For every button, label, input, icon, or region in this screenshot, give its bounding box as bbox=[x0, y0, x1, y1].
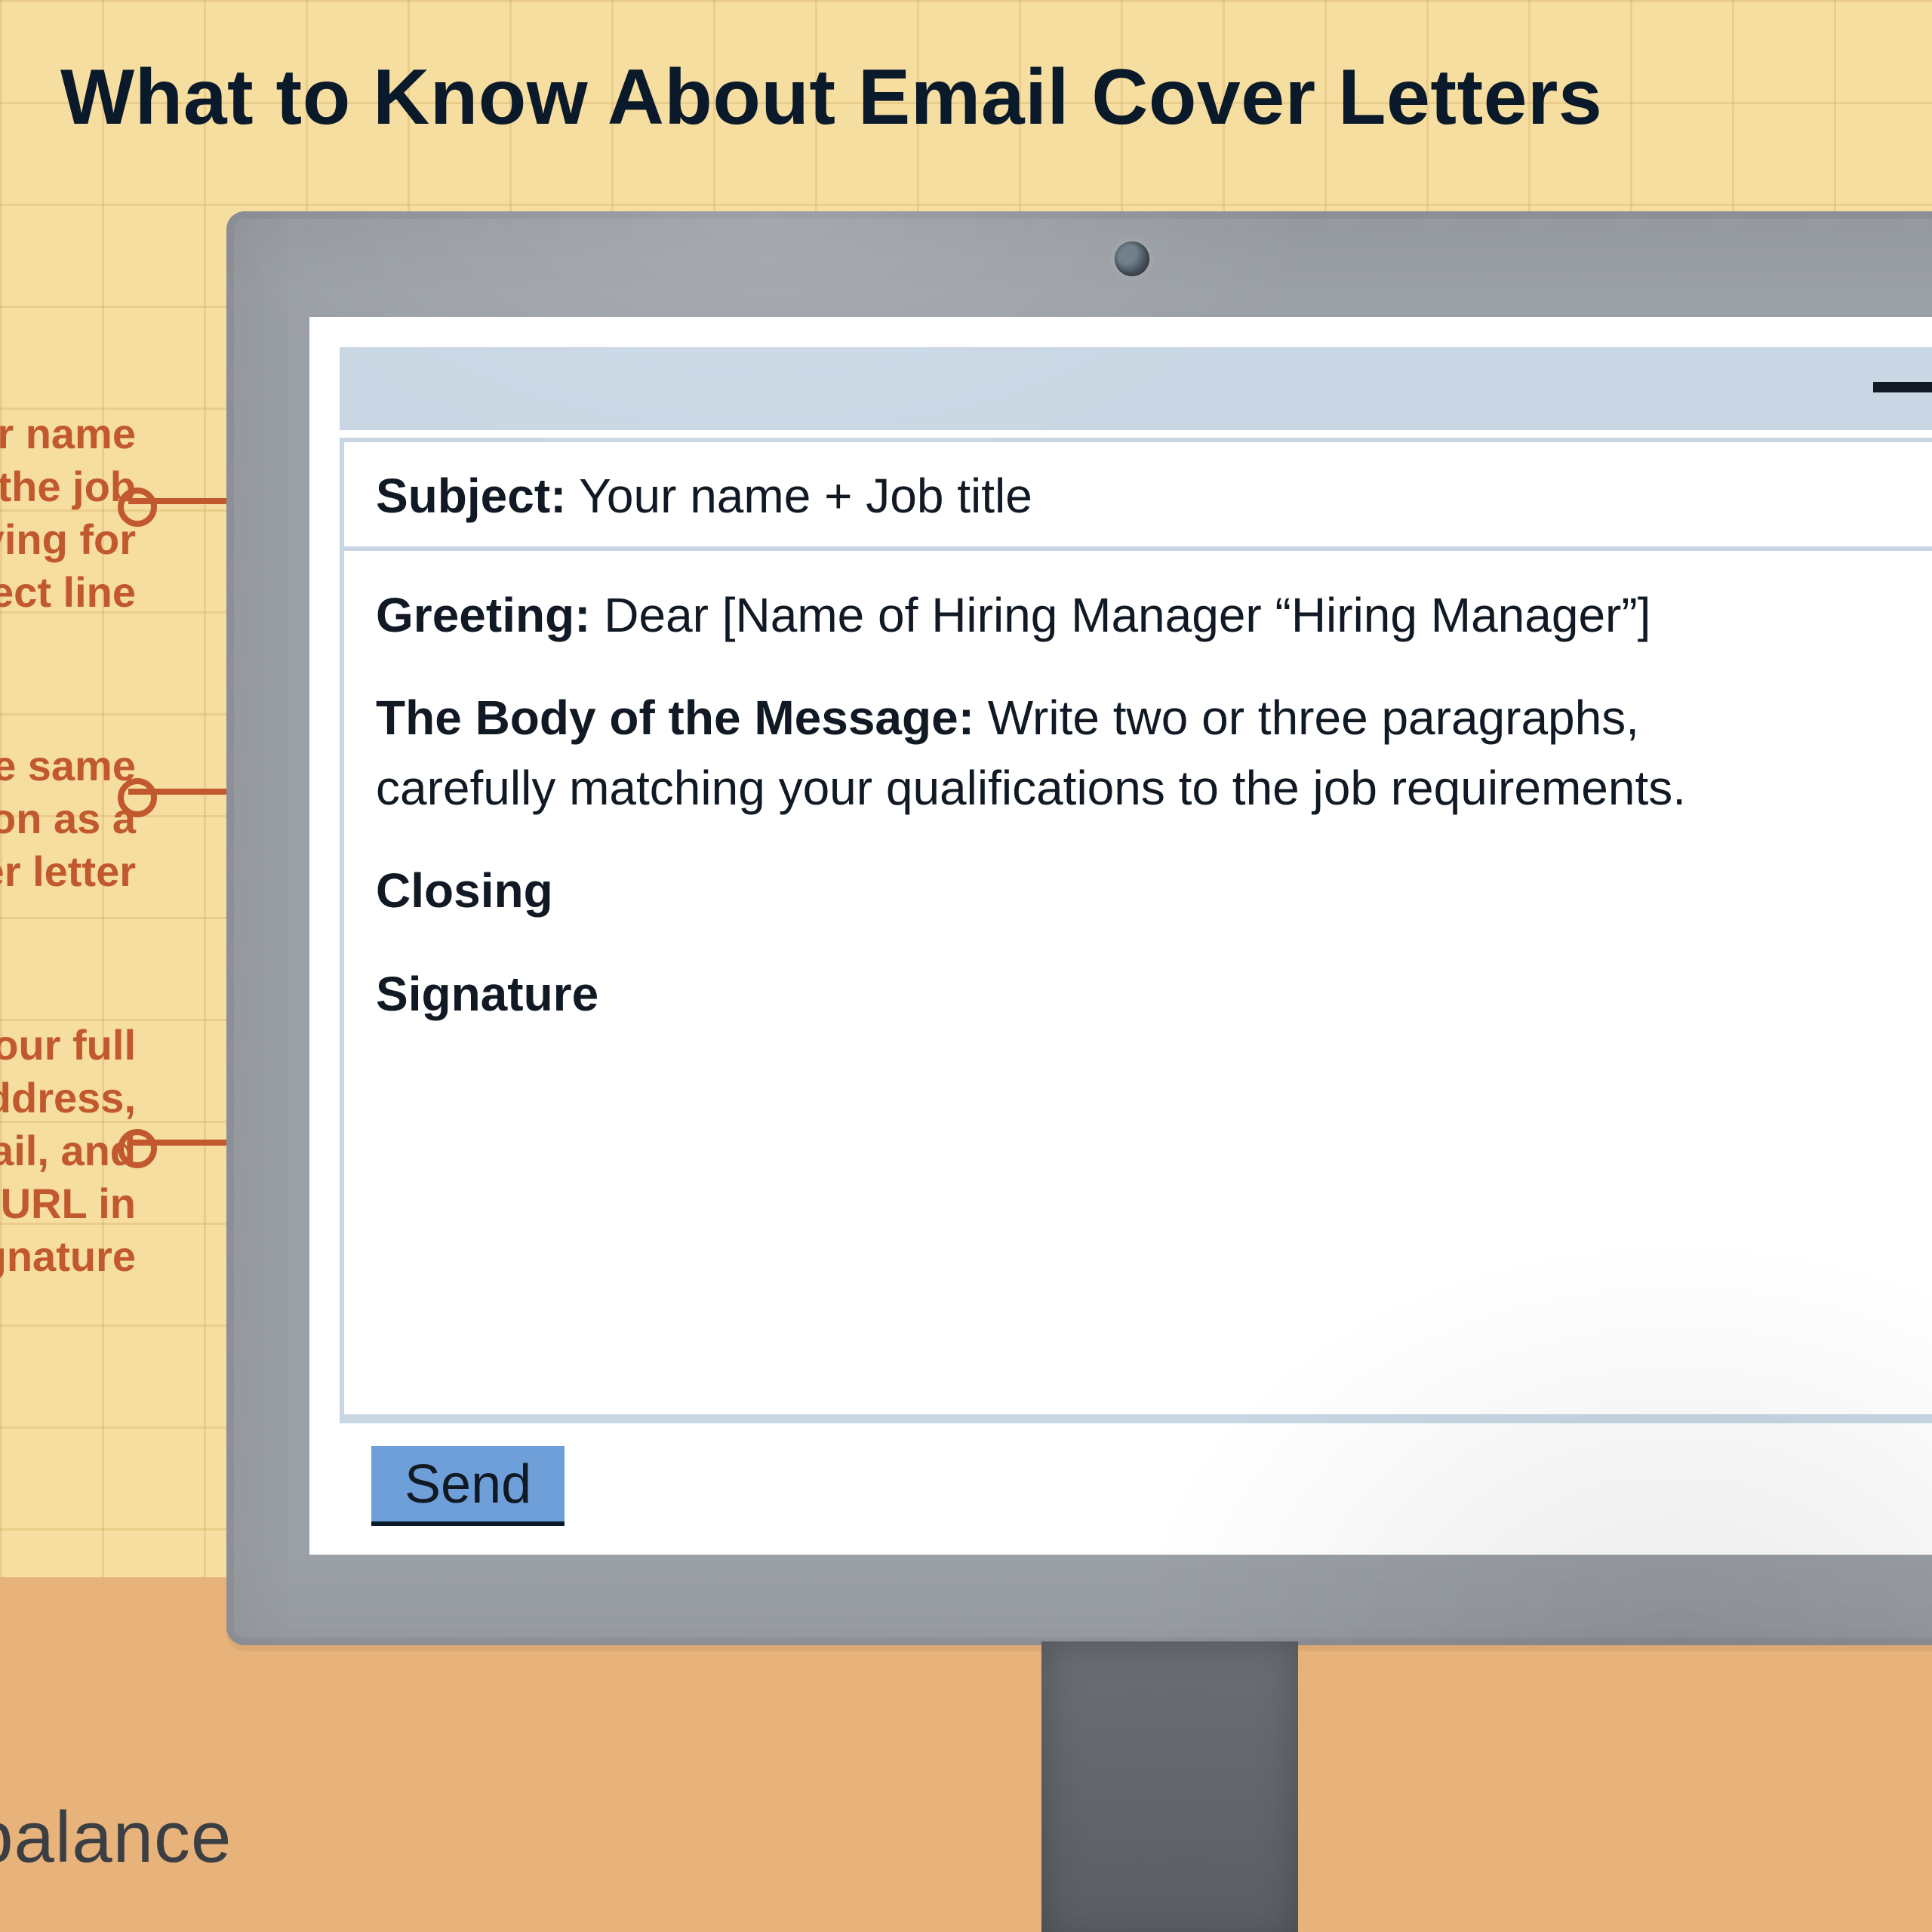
monitor-stand bbox=[1041, 1641, 1298, 1932]
greeting-value: Dear [Name of Hiring Manager “Hiring Man… bbox=[604, 588, 1651, 642]
brand-wordmark: the balance bbox=[0, 1796, 232, 1879]
greeting-line: Greeting: Dear [Name of Hiring Manager “… bbox=[376, 583, 1932, 648]
camera-icon bbox=[1115, 242, 1149, 276]
body-label: The Body of the Message: bbox=[376, 691, 974, 745]
send-button[interactable]: Send bbox=[371, 1446, 565, 1526]
greeting-label: Greeting: bbox=[376, 588, 590, 642]
tips-list: Include your name and title of the job y… bbox=[0, 408, 136, 1404]
tip-item: Include your name and title of the job y… bbox=[0, 408, 136, 619]
body-line-2: carefully matching your qualifications t… bbox=[376, 755, 1932, 820]
signature-label: Signature bbox=[376, 967, 598, 1021]
monitor-frame: A Subject: Your name + Job title Greetin… bbox=[226, 211, 1932, 1645]
body-value-2: carefully matching your qualifications t… bbox=[376, 761, 1686, 815]
minimize-icon[interactable] bbox=[1873, 382, 1932, 392]
subject-label: Subject: bbox=[376, 469, 566, 523]
tip-item: Include your full name, address, phone, … bbox=[0, 1019, 136, 1283]
body-line: The Body of the Message: Write two or th… bbox=[376, 685, 1932, 750]
email-subject-row[interactable]: Subject: Your name + Job title bbox=[340, 438, 1932, 551]
closing-label: Closing bbox=[376, 863, 553, 918]
screen: A Subject: Your name + Job title Greetin… bbox=[309, 317, 1932, 1555]
email-send-bar: Send bbox=[340, 1419, 1932, 1532]
body-value-1: Write two or three paragraphs, bbox=[988, 691, 1639, 745]
email-body-area[interactable]: Greeting: Dear [Name of Hiring Manager “… bbox=[340, 546, 1932, 1419]
email-window-toolbar: A bbox=[340, 347, 1932, 430]
subject-value: Your name + Job title bbox=[579, 469, 1032, 523]
tip-item: Include the same information as a paper … bbox=[0, 740, 136, 898]
page-title: What to Know About Email Cover Letters bbox=[60, 53, 1602, 143]
